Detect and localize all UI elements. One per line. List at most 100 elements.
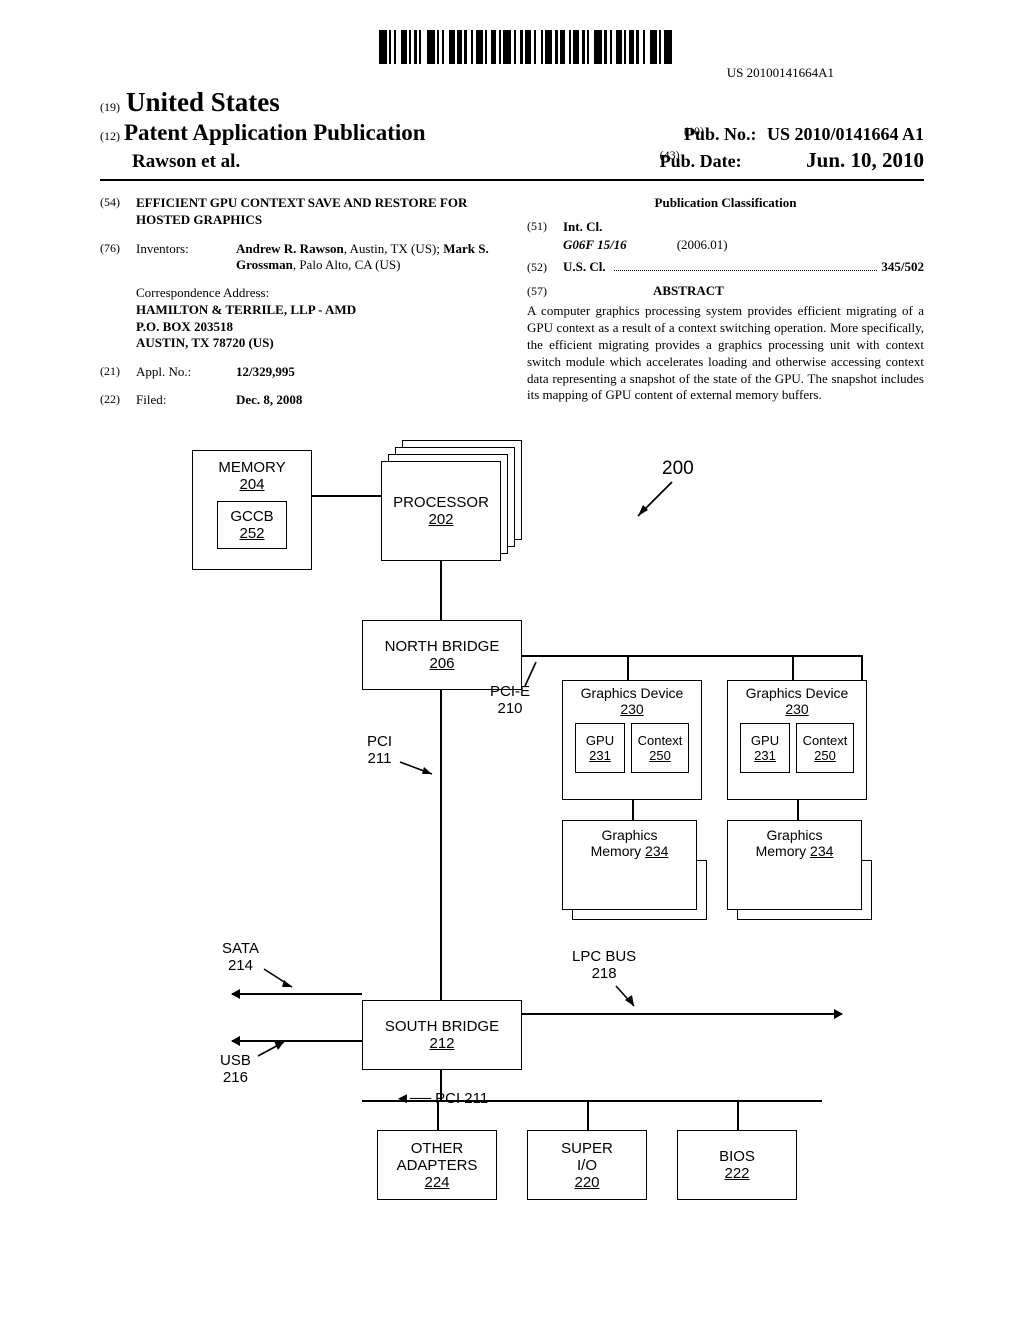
sata-arrow: [232, 993, 362, 995]
graphics-device-1: Graphics Device 230 GPU 231 Context 250: [562, 680, 702, 800]
other-adapters-box: OTHER ADAPTERS 224: [377, 1130, 497, 1200]
gccb-box: GCCB 252: [217, 501, 287, 549]
header-country-row: (19) United States: [100, 87, 924, 118]
biblio-columns: (54) EFFICIENT GPU CONTEXT SAVE AND REST…: [100, 195, 924, 420]
memory-box: MEMORY 204 GCCB 252: [192, 450, 312, 570]
gccb-ref: 252: [239, 525, 264, 542]
gdev1-ref: 230: [620, 701, 643, 717]
barcode-text: US 20100141664A1: [727, 65, 834, 81]
abstract-body: A computer graphics processing system pr…: [527, 303, 924, 404]
intcl-date: (2006.01): [677, 237, 728, 253]
pub-type-row: (12) Patent Application Publication (10)…: [100, 120, 924, 146]
north-to-gdev2: [792, 655, 794, 680]
pubdate-code: (43): [660, 148, 680, 163]
gpu-box-2: GPU 231: [740, 723, 790, 773]
inventor-2-loc: , Palo Alto, CA (US): [293, 257, 401, 272]
corr-line-3: AUSTIN, TX 78720 (US): [136, 335, 497, 352]
gdev1-to-mem: [632, 800, 634, 820]
invention-title: EFFICIENT GPU CONTEXT SAVE AND RESTORE F…: [136, 195, 497, 229]
memory-ref: 204: [239, 476, 264, 493]
processor-ref: 202: [428, 511, 453, 528]
filed-value: Dec. 8, 2008: [236, 392, 497, 408]
patent-publication-page: US 20100141664A1 (19) United States (12)…: [0, 0, 1024, 1250]
dot-leader: [614, 270, 878, 271]
right-column: Publication Classification (51) Int. Cl.…: [527, 195, 924, 420]
system-diagram: MEMORY 204 GCCB 252 PROCESSOR 202 200 NO…: [152, 440, 872, 1230]
code-21: (21): [100, 364, 136, 380]
graphics-memory-1: Graphics Memory 234: [562, 820, 697, 910]
publication-type: Patent Application Publication: [124, 120, 426, 145]
pubno-code: (10): [684, 124, 704, 139]
intcl-class: G06F 15/16: [563, 237, 627, 253]
sata-label: SATA 214: [222, 940, 259, 974]
pubno-value: US 2010/0141664 A1: [767, 124, 924, 144]
lpc-pointer: [612, 982, 642, 1012]
bus-to-bios: [737, 1100, 739, 1130]
fig-ref-200: 200: [662, 458, 694, 480]
correspondence-block: Correspondence Address: HAMILTON & TERRI…: [136, 285, 497, 353]
inventor-1-name: Andrew R. Rawson: [236, 241, 344, 256]
usb-pointer: [252, 1036, 292, 1060]
sata-pointer: [260, 965, 300, 993]
conn-north-south: [440, 690, 442, 1000]
applno-label: Appl. No.:: [136, 364, 236, 380]
gccb-label: GCCB: [230, 508, 273, 525]
code-57: (57): [527, 284, 563, 299]
applno-value: 12/329,995: [236, 364, 497, 380]
processor-box: PROCESSOR 202: [381, 461, 501, 561]
code-76: (76): [100, 241, 136, 273]
processor-label: PROCESSOR: [393, 494, 489, 511]
south-bridge-box: SOUTH BRIDGE 212: [362, 1000, 522, 1070]
lpc-bus-label: LPC BUS 218: [572, 948, 636, 982]
north-to-extra: [861, 655, 863, 680]
graphics-device-2: Graphics Device 230 GPU 231 Context 250: [727, 680, 867, 800]
filed-label: Filed:: [136, 392, 236, 408]
memory-label: MEMORY: [218, 459, 285, 476]
graphics-memory-2: Graphics Memory 234: [727, 820, 862, 910]
conn-processor-north: [440, 561, 442, 620]
barcode-block: US 20100141664A1: [100, 30, 924, 81]
code-54: (54): [100, 195, 136, 229]
corr-heading: Correspondence Address:: [136, 285, 497, 302]
code-12: (12): [100, 129, 120, 143]
uscl-value: 345/502: [881, 259, 924, 275]
authors-header: Rawson et al.: [132, 151, 240, 173]
left-column: (54) EFFICIENT GPU CONTEXT SAVE AND REST…: [100, 195, 497, 420]
bus-to-superio: [587, 1100, 589, 1130]
pubdate-value: Jun. 10, 2010: [806, 148, 924, 172]
north-bridge-ref: 206: [429, 655, 454, 672]
intcl-label: Int. Cl.: [563, 219, 602, 235]
gdev2-to-mem: [797, 800, 799, 820]
corr-line-2: P.O. BOX 203518: [136, 319, 497, 336]
gpu-box-1: GPU 231: [575, 723, 625, 773]
bios-box: BIOS 222: [677, 1130, 797, 1200]
north-bridge-label: NORTH BRIDGE: [385, 638, 500, 655]
gdev1-label: Graphics Device: [581, 685, 684, 701]
pci211-label: ◄──PCI 211: [395, 1090, 488, 1107]
south-bridge-label: SOUTH BRIDGE: [385, 1018, 499, 1035]
usb-label: USB 216: [220, 1052, 251, 1086]
context-box-1: Context 250: [631, 723, 689, 773]
code-22: (22): [100, 392, 136, 408]
inventors-list: Andrew R. Rawson, Austin, TX (US); Mark …: [236, 241, 497, 273]
north-bridge-box: NORTH BRIDGE 206: [362, 620, 522, 690]
super-io-box: SUPER I/O 220: [527, 1130, 647, 1200]
author-date-row: Rawson et al. (43) Pub. Date: Jun. 10, 2…: [100, 148, 924, 181]
inventors-label: Inventors:: [136, 241, 236, 273]
ref-200-arrow: [630, 478, 680, 528]
pci-pointer: [398, 758, 440, 778]
inventor-1-loc: , Austin, TX (US);: [344, 241, 443, 256]
abstract-heading: ABSTRACT: [653, 283, 724, 299]
south-right-bus: [522, 1013, 842, 1015]
pcie-label: PCI-E 210: [490, 683, 530, 717]
country-name: United States: [126, 87, 280, 118]
south-bridge-ref: 212: [429, 1035, 454, 1052]
uscl-label: U.S. Cl.: [563, 259, 606, 275]
north-to-gdev1: [627, 655, 629, 680]
barcode-graphic: [352, 30, 672, 64]
code-52: (52): [527, 260, 563, 275]
conn-memory-processor: [312, 495, 381, 497]
corr-line-1: HAMILTON & TERRILE, LLP - AMD: [136, 302, 497, 319]
code-51: (51): [527, 219, 563, 235]
north-right-bus: [522, 655, 862, 657]
